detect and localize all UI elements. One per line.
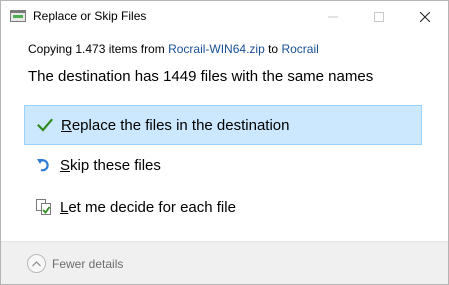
decide-label-text: et me decide for each file (68, 198, 236, 216)
decide-each-file-label: Let me decide for each file (60, 199, 236, 216)
window-title: Replace or Skip Files (33, 9, 147, 23)
destination-link[interactable]: Rocrail (281, 42, 318, 56)
replace-or-skip-dialog: Replace or Skip Files Copying 1.473 item… (0, 0, 449, 285)
fewer-details-label: Fewer details (52, 256, 124, 271)
chevron-up-icon (27, 254, 46, 273)
dialog-footer: Fewer details (1, 241, 448, 284)
source-link[interactable]: Rocrail-WIN64.zip (168, 42, 265, 56)
conflict-headline: The destination has 1449 files with the … (28, 68, 374, 85)
file-copy-app-icon (10, 10, 26, 22)
skip-files-label: Skip these files (60, 157, 161, 174)
dialog-content: Copying 1.473 items from Rocrail-WIN64.z… (1, 32, 448, 231)
replace-files-label: Replace the files in the destination (61, 117, 290, 134)
close-icon (420, 11, 430, 22)
replace-label-text: eplace the files in the destination (71, 116, 290, 134)
copying-prefix: Copying 1.473 items from (28, 42, 169, 56)
checkmark-icon (35, 115, 55, 135)
skip-files-option[interactable]: Skip these files (24, 145, 422, 185)
skip-label-text: kip these files (70, 156, 161, 174)
minimize-icon (328, 16, 338, 17)
replace-files-option[interactable]: Replace the files in the destination (24, 105, 422, 145)
compare-files-icon (34, 197, 54, 217)
copying-summary: Copying 1.473 items from Rocrail-WIN64.z… (28, 42, 319, 56)
skip-accel-key: S (60, 156, 71, 174)
minimize-button[interactable] (310, 1, 356, 32)
skip-arrow-icon (34, 155, 54, 175)
replace-accel-key: R (61, 116, 72, 134)
close-button[interactable] (402, 1, 448, 32)
copying-to-word: to (264, 42, 282, 56)
decide-each-file-option[interactable]: Let me decide for each file (24, 187, 422, 227)
maximize-icon (374, 11, 384, 22)
title-bar[interactable]: Replace or Skip Files (1, 1, 448, 32)
maximize-button[interactable] (356, 1, 402, 32)
fewer-details-button[interactable]: Fewer details (27, 254, 123, 273)
